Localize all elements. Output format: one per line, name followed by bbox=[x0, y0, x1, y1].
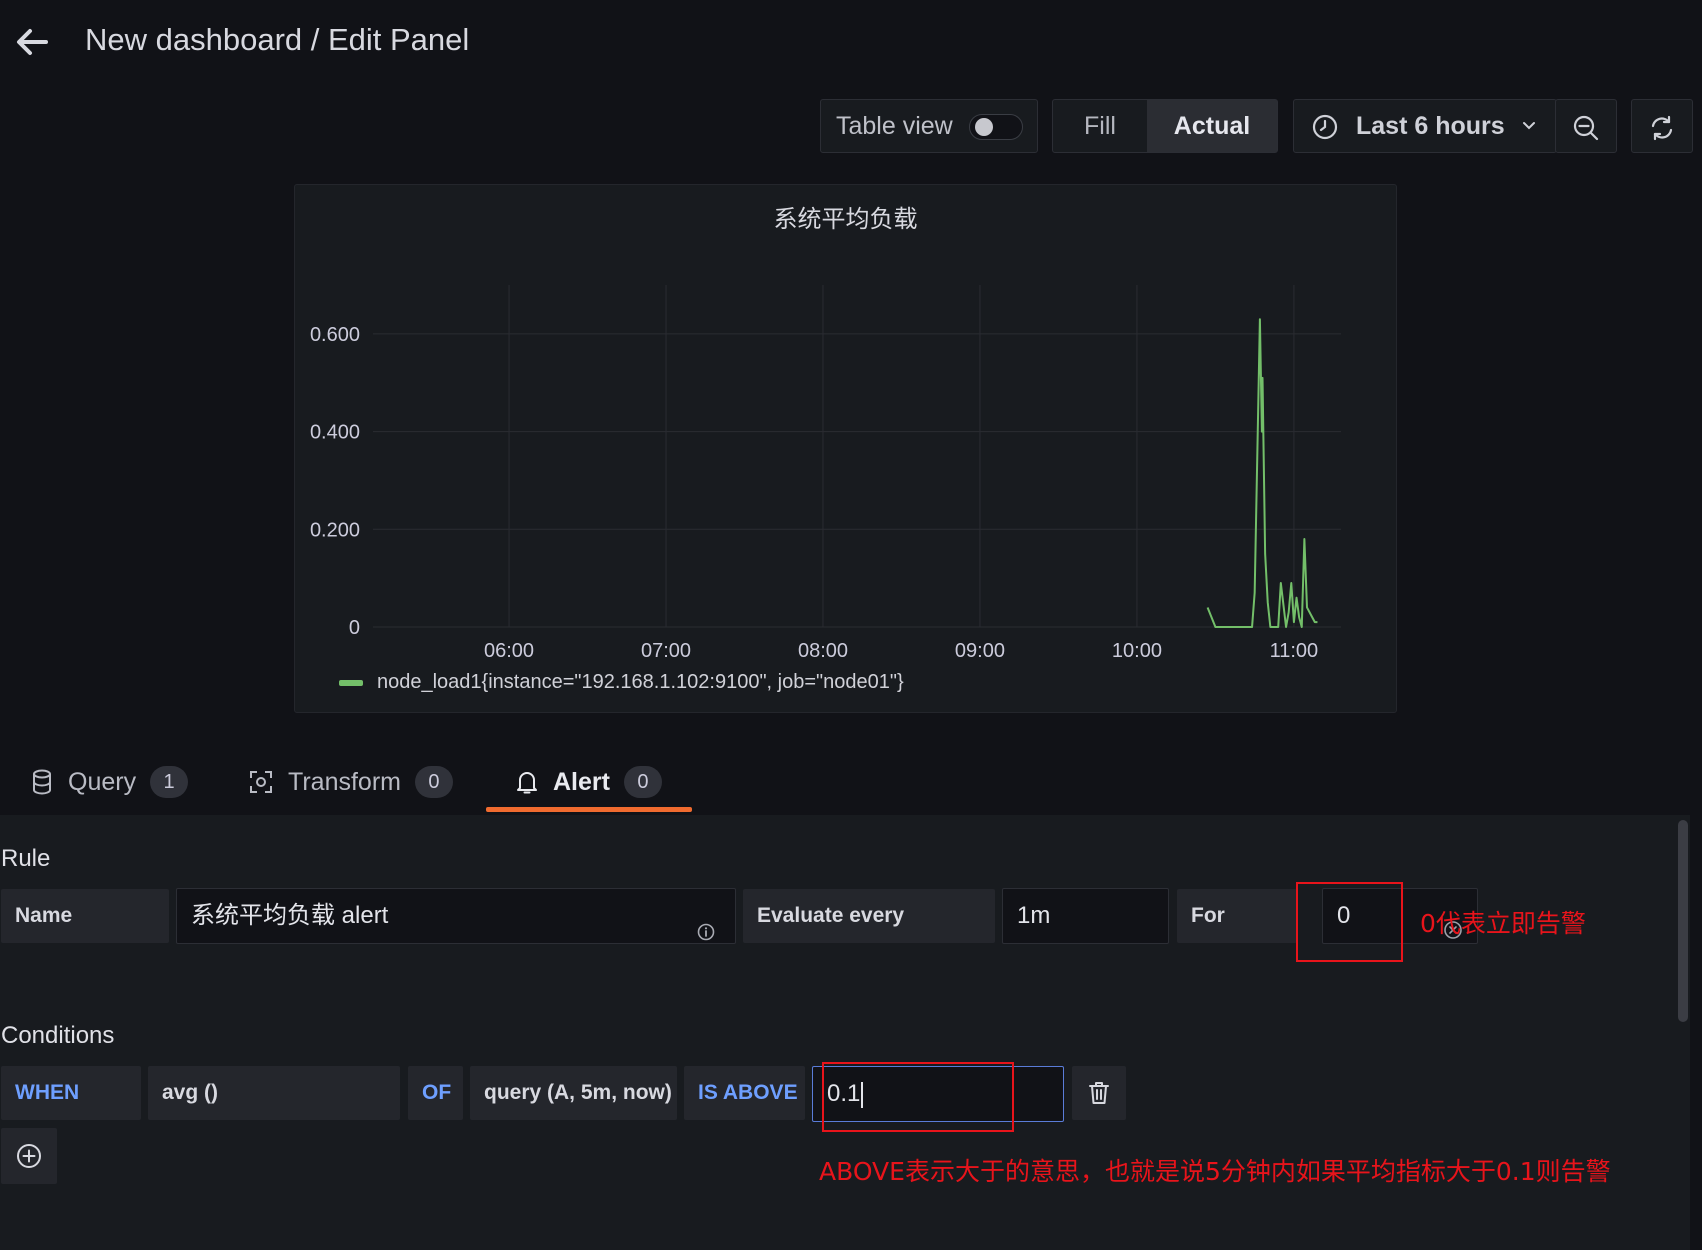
rule-name-input[interactable]: 系统平均负载 alert bbox=[176, 888, 736, 944]
fill-option[interactable]: Fill bbox=[1053, 100, 1147, 152]
tab-query-label: Query bbox=[68, 767, 137, 796]
legend-swatch bbox=[339, 679, 363, 686]
annotation-above-note: ABOVE表示大于的意思，也就是说5分钟内如果平均指标大于0.1则告警 bbox=[819, 1157, 1611, 1186]
annotation-for-note: 0代表立即告警 bbox=[1420, 909, 1586, 938]
series-line bbox=[1206, 318, 1318, 628]
actual-option[interactable]: Actual bbox=[1147, 100, 1277, 152]
table-view-label: Table view bbox=[836, 112, 953, 140]
legend-label: node_load1{instance="192.168.1.102:9100"… bbox=[377, 671, 904, 693]
page-title: New dashboard / Edit Panel bbox=[85, 22, 470, 57]
y-tick-label: 0.600 bbox=[310, 324, 360, 346]
y-tick-label: 0.200 bbox=[310, 519, 360, 541]
tab-alert-count: 0 bbox=[623, 766, 662, 798]
x-tick-label: 07:00 bbox=[641, 640, 691, 662]
time-series-chart: 0 0.200 0.400 0.600 06:00 07:00 08:00 09:00 10:0… bbox=[310, 285, 1341, 662]
evaluator-selector[interactable]: IS ABOVE bbox=[684, 1066, 805, 1120]
tab-transform-label: Transform bbox=[288, 767, 401, 796]
reducer-selector[interactable]: avg () bbox=[148, 1066, 400, 1120]
database-icon bbox=[33, 769, 51, 795]
chart-legend[interactable]: node_load1{instance="192.168.1.102:9100"… bbox=[339, 671, 904, 694]
evaluate-every-label: Evaluate every bbox=[743, 889, 995, 943]
transform-icon bbox=[250, 771, 272, 793]
tab-alert[interactable]: Alert 0 bbox=[515, 760, 662, 804]
tab-alert-label: Alert bbox=[553, 767, 610, 796]
when-keyword: WHEN bbox=[1, 1066, 141, 1120]
table-view-toggle-group[interactable]: Table view bbox=[820, 99, 1038, 153]
time-range-label: Last 6 hours bbox=[1356, 112, 1505, 140]
evaluate-every-input[interactable]: 1m bbox=[1002, 888, 1169, 944]
zoom-out-button[interactable] bbox=[1555, 99, 1617, 153]
delete-condition-button[interactable] bbox=[1072, 1066, 1126, 1120]
y-tick-label: 0 bbox=[349, 617, 360, 639]
zoom-out-icon bbox=[1573, 115, 1599, 141]
back-arrow-icon[interactable] bbox=[12, 22, 52, 62]
refresh-button[interactable] bbox=[1631, 99, 1693, 153]
refresh-icon bbox=[1651, 115, 1673, 141]
clock-icon bbox=[1312, 114, 1338, 145]
conditions-section-title: Conditions bbox=[1, 1022, 115, 1049]
tab-query-count: 1 bbox=[150, 766, 189, 798]
time-range-picker[interactable]: Last 6 hours bbox=[1293, 99, 1557, 153]
x-tick-label: 10:00 bbox=[1112, 640, 1162, 662]
add-condition-button[interactable] bbox=[1, 1128, 57, 1184]
for-label: For bbox=[1177, 889, 1297, 943]
tab-transform[interactable]: Transform 0 bbox=[248, 760, 453, 804]
x-tick-label: 08:00 bbox=[798, 640, 848, 662]
rule-name-value: 系统平均负载 alert bbox=[191, 902, 389, 929]
name-label: Name bbox=[1, 889, 169, 943]
query-selector[interactable]: query (A, 5m, now) bbox=[470, 1066, 677, 1120]
tab-transform-count: 0 bbox=[414, 766, 453, 798]
y-tick-label: 0.400 bbox=[310, 422, 360, 444]
table-view-switch[interactable] bbox=[969, 114, 1023, 140]
bell-icon bbox=[517, 772, 537, 794]
rule-section-title: Rule bbox=[1, 845, 51, 872]
trash-icon bbox=[1089, 1082, 1109, 1104]
info-icon[interactable] bbox=[697, 907, 715, 961]
switch-knob bbox=[975, 118, 993, 136]
of-keyword: OF bbox=[408, 1066, 463, 1120]
plus-circle-icon bbox=[17, 1144, 41, 1168]
annotation-box-threshold bbox=[822, 1062, 1014, 1132]
panel-preview: 系统平均负载 0 0.200 0.400 0.600 06:00 07:00 08:00 09… bbox=[294, 184, 1397, 713]
annotation-box-for bbox=[1296, 882, 1403, 962]
x-tick-label: 09:00 bbox=[955, 640, 1005, 662]
active-tab-indicator bbox=[486, 807, 692, 812]
x-tick-label: 11:00 bbox=[1270, 640, 1319, 662]
tab-query[interactable]: Query 1 bbox=[30, 760, 189, 804]
x-tick-label: 06:00 bbox=[484, 640, 534, 662]
scrollbar-thumb[interactable] bbox=[1678, 820, 1688, 1022]
chevron-down-icon bbox=[1520, 116, 1538, 139]
fill-actual-radio-group: Fill Actual bbox=[1052, 99, 1278, 153]
